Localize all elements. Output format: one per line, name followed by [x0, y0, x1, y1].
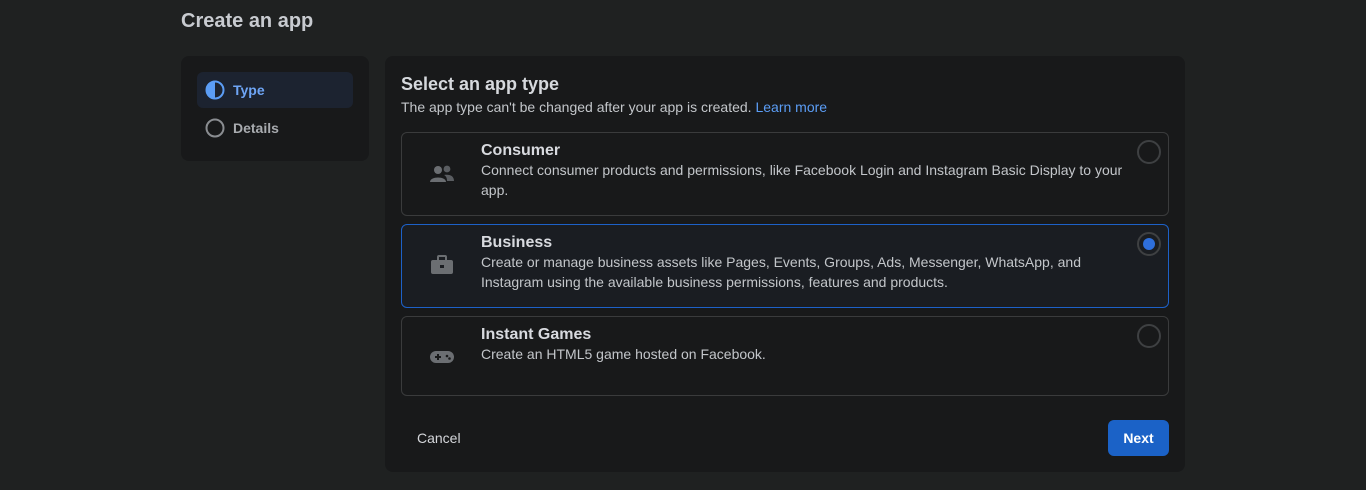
option-title: Consumer [481, 142, 561, 159]
steps-panel: Type Details [181, 56, 369, 161]
radio-business[interactable] [1137, 232, 1161, 256]
option-text: Instant Games Create an HTML5 game hoste… [481, 326, 1141, 364]
cancel-button[interactable]: Cancel [401, 420, 477, 456]
option-consumer[interactable]: Consumer Connect consumer products and p… [401, 132, 1169, 216]
next-button[interactable]: Next [1108, 420, 1169, 456]
option-description: Create or manage business assets like Pa… [481, 254, 1081, 290]
people-icon [422, 154, 462, 194]
subtitle-text: The app type can't be changed after your… [401, 99, 752, 115]
option-title: Instant Games [481, 326, 592, 343]
gamepad-icon [422, 337, 462, 377]
option-description: Connect consumer products and permission… [481, 162, 1123, 198]
option-text: Business Create or manage business asset… [481, 234, 1141, 292]
step-details[interactable]: Details [197, 110, 353, 146]
app-type-options: Consumer Connect consumer products and p… [401, 132, 1169, 396]
section-title: Select an app type [401, 74, 560, 94]
option-title: Business [481, 234, 553, 251]
empty-circle-icon [205, 118, 225, 138]
radio-consumer[interactable] [1137, 140, 1161, 164]
step-label: Details [233, 120, 279, 136]
main-panel: Select an app type The app type can't be… [385, 56, 1185, 472]
learn-more-link[interactable]: Learn more [755, 99, 827, 115]
half-circle-icon [205, 80, 225, 100]
page-title: Create an app [181, 10, 314, 32]
section-subtitle: The app type can't be changed after your… [401, 99, 1169, 115]
step-type[interactable]: Type [197, 72, 353, 108]
step-label: Type [233, 82, 265, 98]
option-instant-games[interactable]: Instant Games Create an HTML5 game hoste… [401, 316, 1169, 396]
briefcase-icon [422, 245, 462, 285]
option-description: Create an HTML5 game hosted on Facebook. [481, 346, 766, 362]
radio-instant-games[interactable] [1137, 324, 1161, 348]
option-business[interactable]: Business Create or manage business asset… [401, 224, 1169, 308]
option-text: Consumer Connect consumer products and p… [481, 142, 1141, 200]
